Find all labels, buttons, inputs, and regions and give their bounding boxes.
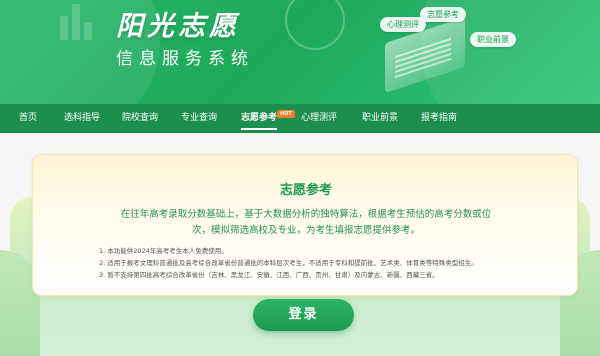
nav-item-home[interactable]: 首页 bbox=[19, 104, 37, 133]
main-nav: 首页 选科指导 院校查询 专业查询 志愿参考 HOT 心理测评 职业前景 报考指… bbox=[0, 104, 600, 133]
banner-tag-xinli: 心理测评 bbox=[380, 17, 426, 32]
card-title: 志愿参考 bbox=[279, 183, 332, 198]
header-banner: 阳光志愿 信息服务系统 志愿参考 心理测评 职业前景 bbox=[0, 0, 600, 104]
note-item: 1. 本功能供2024年高考考生本人免费使用。 bbox=[99, 247, 228, 255]
brand-subtitle: 信息服务系统 bbox=[116, 49, 254, 69]
banner-tag-zhiyuan: 志愿参考 bbox=[420, 7, 466, 22]
note-item: 2. 适用于报考文理科普通批及高考综合改革省份普通批的本科层次考生，不适用于专科… bbox=[99, 259, 478, 267]
note-item: 3. 暂不支持第四批高考综合改革省份（吉林、黑龙江、安徽、江西、广西、贵州、甘肃… bbox=[99, 271, 439, 279]
nav-item-application-guide[interactable]: 报考指南 bbox=[421, 104, 457, 133]
notes-list: 1. 本功能供2024年高考考生本人免费使用。 2. 适用于报考文理科普通批及高… bbox=[99, 245, 559, 281]
nav-item-volunteer-reference[interactable]: 志愿参考 bbox=[241, 104, 278, 133]
nav-item-major-search[interactable]: 专业查询 bbox=[181, 104, 217, 133]
brand-title: 阳光志愿 bbox=[116, 11, 240, 42]
banner-tag-zhiye: 职业前景 bbox=[470, 32, 516, 47]
hot-badge: HOT bbox=[277, 110, 295, 118]
nav-item-career-prospects[interactable]: 职业前景 bbox=[362, 104, 398, 133]
nav-item-college-search[interactable]: 院校查询 bbox=[122, 104, 158, 133]
decorative-ring bbox=[285, 0, 345, 50]
card-description: 在往年高考录取分数基础上，基于大数据分析的独特算法，根据考生预估的高考分数或位次… bbox=[120, 209, 492, 236]
nav-item-subject-guide[interactable]: 选科指导 bbox=[64, 104, 100, 133]
login-button[interactable]: 登录 bbox=[253, 299, 354, 331]
nav-item-psych-test[interactable]: 心理测评 bbox=[301, 104, 337, 133]
info-card: 志愿参考 在往年高考录取分数基础上，基于大数据分析的独特算法，根据考生预估的高考… bbox=[32, 154, 578, 296]
